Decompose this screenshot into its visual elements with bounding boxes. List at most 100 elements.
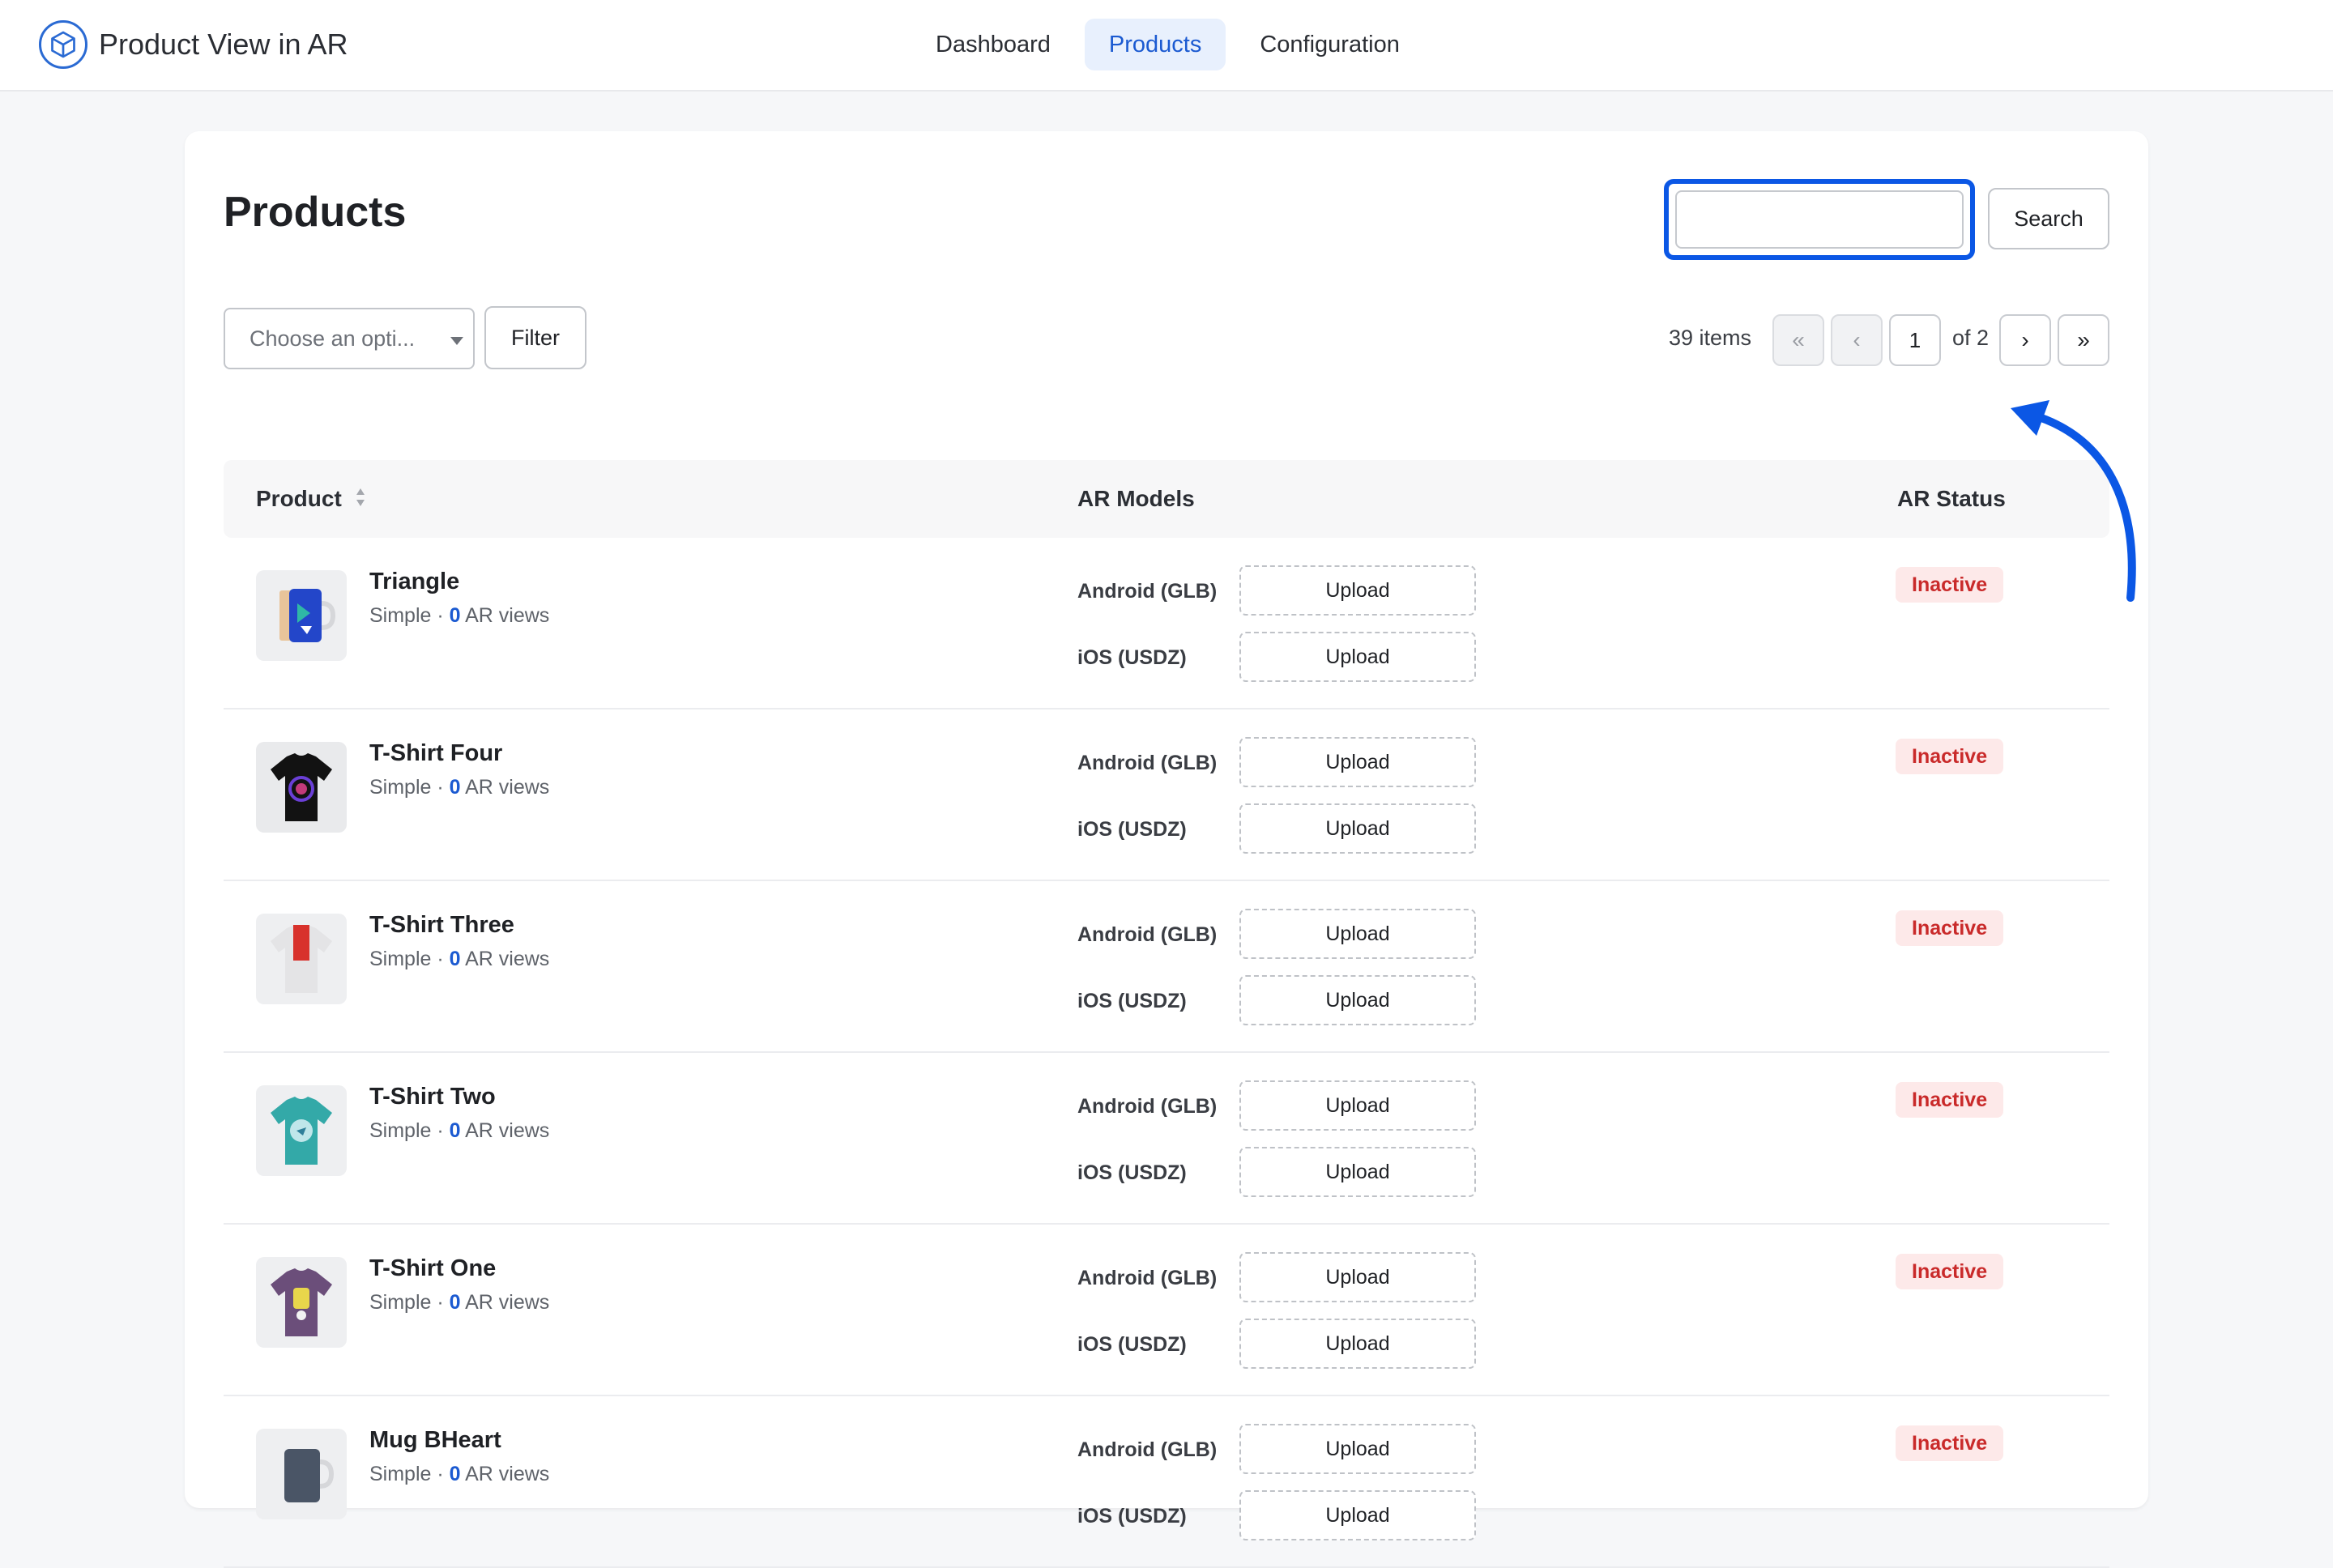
product-meta: Simple · 0 AR views [369,1291,550,1314]
app-title: Product View in AR [99,28,348,61]
ar-views-count: 0 [449,1291,461,1314]
ios-model-label: iOS (USDZ) [1077,646,1187,669]
upload-ios-button[interactable]: Upload [1239,975,1476,1025]
upload-android-button[interactable]: Upload [1239,1080,1476,1131]
column-header-product-label: Product [256,486,342,511]
product-type: Simple [369,1463,432,1485]
status-badge: Inactive [1896,739,2004,774]
table-row: T-Shirt Two Simple · 0 AR views Android … [224,1053,2109,1225]
ar-views-label: AR views [465,604,550,627]
upload-android-button[interactable]: Upload [1239,1252,1476,1302]
first-page-button[interactable]: « [1772,314,1824,366]
product-meta: Simple · 0 AR views [369,776,550,799]
upload-ios-button[interactable]: Upload [1239,1147,1476,1197]
mug-icon [256,570,347,661]
tshirt-icon [256,1257,347,1348]
ios-model-label: iOS (USDZ) [1077,1161,1187,1184]
column-header-ar-status: AR Status [1897,486,2006,511]
page-title: Products [224,189,407,236]
product-meta: Simple · 0 AR views [369,948,550,970]
tab-products[interactable]: Products [1084,19,1226,70]
current-page-input[interactable]: 1 [1889,314,1941,366]
table-row: T-Shirt Four Simple · 0 AR views Android… [224,709,2109,881]
android-model-label: Android (GLB) [1077,1267,1218,1289]
upload-ios-button[interactable]: Upload [1239,1490,1476,1540]
search-highlight [1664,179,1975,260]
column-header-product[interactable]: Product [256,486,366,513]
upload-android-button[interactable]: Upload [1239,737,1476,787]
upload-android-button[interactable]: Upload [1239,565,1476,616]
last-page-button[interactable]: » [2058,314,2109,366]
status-badge: Inactive [1896,910,2004,946]
status-badge: Inactive [1896,1082,2004,1118]
filter-select-value: Choose an opti... [250,326,416,351]
product-name[interactable]: Triangle [369,569,459,595]
filter-button[interactable]: Filter [484,306,586,369]
android-model-label: Android (GLB) [1077,1095,1218,1118]
sort-icon [355,487,366,513]
tshirt-icon [256,742,347,833]
product-meta: Simple · 0 AR views [369,1463,550,1485]
status-badge: Inactive [1896,1425,2004,1461]
product-type: Simple [369,948,432,970]
product-type: Simple [369,776,432,799]
upload-ios-button[interactable]: Upload [1239,1319,1476,1369]
tshirt-icon [256,914,347,1004]
cube-logo-icon [39,20,87,69]
upload-android-button[interactable]: Upload [1239,1424,1476,1474]
search-input[interactable] [1675,190,1964,249]
table-header: Product AR Models AR Status [224,460,2109,538]
ios-model-label: iOS (USDZ) [1077,1505,1187,1528]
android-model-label: Android (GLB) [1077,1438,1218,1461]
android-model-label: Android (GLB) [1077,752,1218,774]
ios-model-label: iOS (USDZ) [1077,1333,1187,1356]
status-badge: Inactive [1896,1254,2004,1289]
upload-ios-button[interactable]: Upload [1239,632,1476,682]
tshirt-icon [256,1085,347,1176]
product-type: Simple [369,604,432,627]
mug-icon [256,1429,347,1519]
table-row: Mug BHeart Simple · 0 AR views Android (… [224,1396,2109,1568]
android-model-label: Android (GLB) [1077,923,1218,946]
filter-select[interactable]: Choose an opti... [224,308,475,369]
tab-configuration[interactable]: Configuration [1235,19,1424,70]
product-name[interactable]: T-Shirt One [369,1255,496,1282]
product-name[interactable]: T-Shirt Three [369,912,514,939]
ar-views-label: AR views [465,948,550,970]
ios-model-label: iOS (USDZ) [1077,818,1187,841]
chevron-down-icon [450,337,463,345]
product-meta: Simple · 0 AR views [369,604,550,627]
tab-dashboard[interactable]: Dashboard [911,19,1075,70]
table-row: Triangle Simple · 0 AR views Android (GL… [224,538,2109,709]
ar-views-label: AR views [465,1291,550,1314]
android-model-label: Android (GLB) [1077,580,1218,603]
product-name[interactable]: T-Shirt Two [369,1084,496,1110]
ar-views-count: 0 [449,604,461,627]
items-count: 39 items [1669,326,1752,350]
prev-page-button[interactable]: ‹ [1831,314,1883,366]
ar-views-label: AR views [465,776,550,799]
ios-model-label: iOS (USDZ) [1077,990,1187,1012]
upload-android-button[interactable]: Upload [1239,909,1476,959]
ar-views-label: AR views [465,1463,550,1485]
table-row: T-Shirt Three Simple · 0 AR views Androi… [224,881,2109,1053]
search-button[interactable]: Search [1988,188,2109,249]
brand[interactable]: Product View in AR [39,20,348,69]
ar-views-count: 0 [449,948,461,970]
product-meta: Simple · 0 AR views [369,1119,550,1142]
next-page-button[interactable]: › [1999,314,2051,366]
upload-ios-button[interactable]: Upload [1239,803,1476,854]
product-type: Simple [369,1291,432,1314]
products-card: Products Search Choose an opti... Filter… [185,131,2148,1568]
product-name[interactable]: T-Shirt Four [369,740,502,767]
ar-views-count: 0 [449,1119,461,1142]
table-row: T-Shirt One Simple · 0 AR views Android … [224,1225,2109,1396]
product-type: Simple [369,1119,432,1142]
ar-views-count: 0 [449,776,461,799]
ar-views-count: 0 [449,1463,461,1485]
page-total: of 2 [1952,326,1990,350]
product-name[interactable]: Mug BHeart [369,1427,501,1454]
main-nav: Dashboard Products Configuration [911,19,1424,70]
column-header-ar-models: AR Models [1077,486,1195,511]
ar-views-label: AR views [465,1119,550,1142]
